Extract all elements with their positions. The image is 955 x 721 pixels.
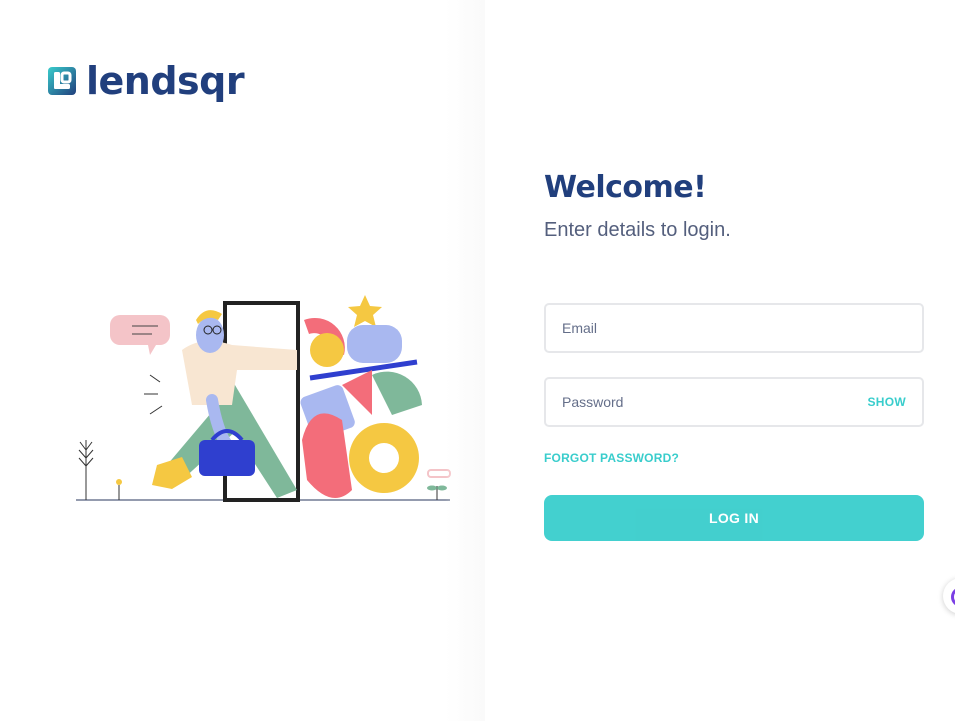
forgot-password-link[interactable]: FORGOT PASSWORD? <box>544 451 679 465</box>
left-pane: lendsqr <box>0 0 485 721</box>
sign-in-illustration <box>76 295 451 502</box>
welcome-title: Welcome! <box>544 170 707 205</box>
email-input[interactable] <box>562 320 906 336</box>
brand-logo: lendsqr <box>48 59 245 103</box>
brand-name: lendsqr <box>86 59 245 103</box>
login-pane <box>485 0 955 721</box>
lendsqr-logo-icon <box>48 67 76 95</box>
show-password-toggle[interactable]: SHOW <box>867 395 906 409</box>
login-button[interactable]: LOG IN <box>544 495 924 541</box>
email-field[interactable] <box>544 303 924 353</box>
password-field[interactable]: SHOW <box>544 377 924 427</box>
welcome-subtitle: Enter details to login. <box>544 219 731 241</box>
password-input[interactable] <box>562 394 868 410</box>
